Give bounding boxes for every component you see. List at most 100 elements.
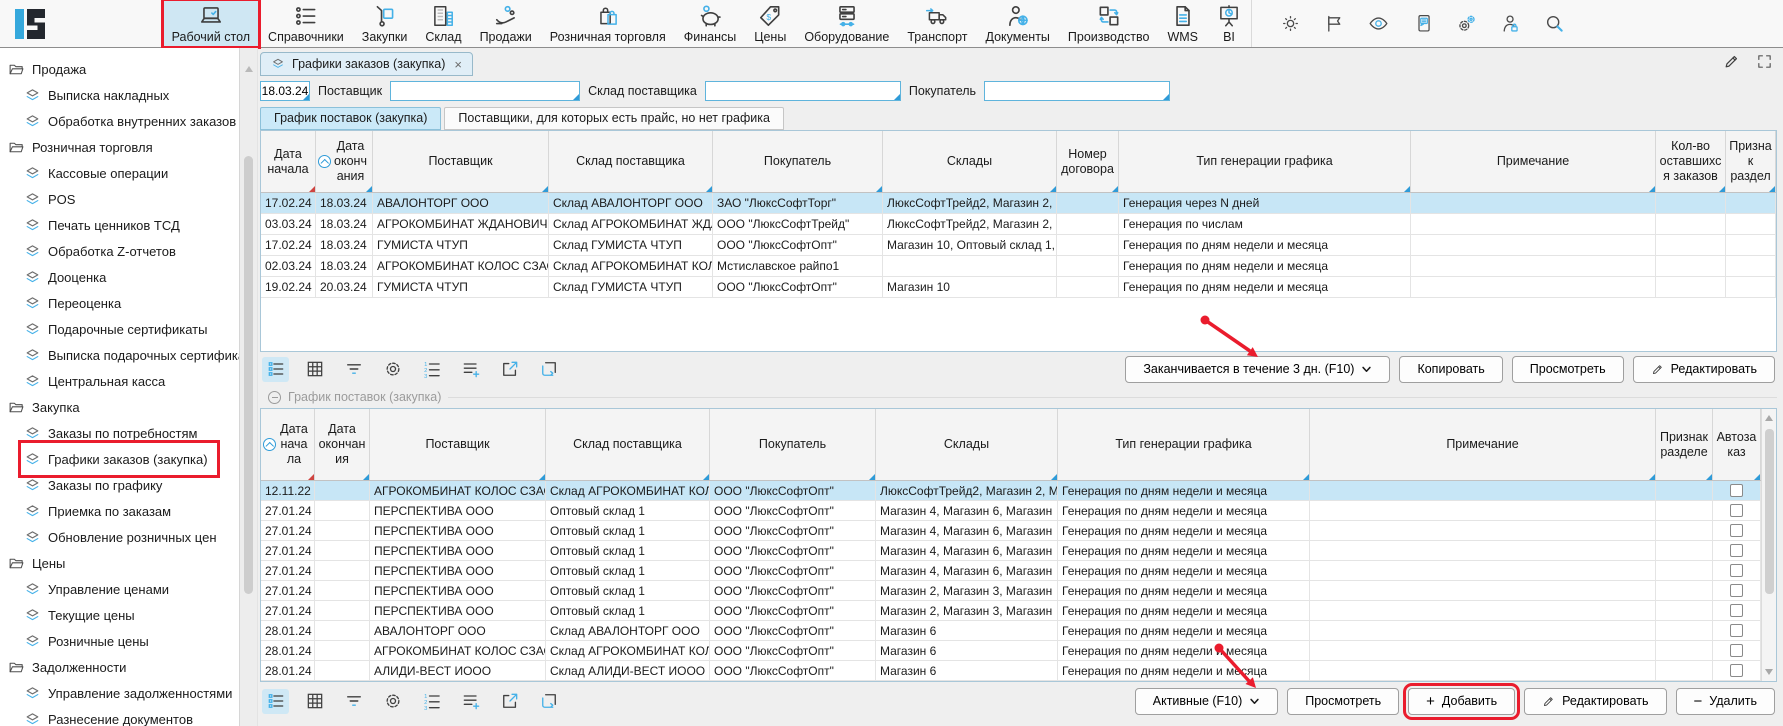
- table-row[interactable]: 03.03.2418.03.24АГРОКОМБИНАТ ЖДАНОВИЧИСк…: [261, 214, 1776, 235]
- sidebar-item[interactable]: Управление задолженностями: [24, 680, 238, 706]
- column-header[interactable]: Дата начала: [261, 409, 315, 480]
- autoorder-checkbox[interactable]: [1730, 664, 1743, 677]
- menu-item-purchases[interactable]: Закупки: [353, 0, 417, 47]
- add-button[interactable]: + Добавить: [1408, 688, 1515, 715]
- menu-item-retail[interactable]: Розничная торговля: [541, 0, 675, 47]
- table-row[interactable]: 02.03.2418.03.24АГРОКОМБИНАТ КОЛОС СЗАОС…: [261, 256, 1776, 277]
- sidebar-item[interactable]: Выписка подарочных сертификатов: [24, 342, 240, 368]
- sidebar-item[interactable]: Переоценка: [24, 290, 127, 316]
- column-header[interactable]: Поставщик: [373, 131, 549, 192]
- column-header[interactable]: Склады: [883, 131, 1057, 192]
- sidebar-item[interactable]: Заказы по потребностям: [24, 420, 203, 446]
- table-row[interactable]: 17.02.2418.03.24ГУМИСТА ЧТУПСклад ГУМИСТ…: [261, 235, 1776, 256]
- sidebar-item[interactable]: Управление ценами: [24, 576, 175, 602]
- numbered-list-icon[interactable]: [418, 689, 445, 714]
- menu-item-wms[interactable]: WMS: [1158, 0, 1207, 47]
- settings-gear-icon[interactable]: [379, 357, 406, 382]
- column-header[interactable]: Склады: [876, 409, 1058, 480]
- subtab-suppliers-without-schedule[interactable]: Поставщики, для которых есть прайс, но н…: [444, 107, 784, 130]
- open-external-icon[interactable]: [496, 357, 523, 382]
- column-header[interactable]: Признак разделе: [1656, 409, 1713, 480]
- collapse-minus-icon[interactable]: [268, 391, 281, 404]
- buyer-filter-input[interactable]: [984, 81, 1170, 101]
- sort-ascending-icon[interactable]: [318, 155, 331, 168]
- sidebar-item[interactable]: Дооценка: [24, 264, 112, 290]
- view-grid-icon[interactable]: [301, 689, 328, 714]
- table-row[interactable]: 12.11.22АГРОКОМБИНАТ КОЛОС СЗАОСклад АГР…: [261, 481, 1776, 501]
- edit-button[interactable]: Редактировать: [1524, 688, 1666, 715]
- refresh-icon[interactable]: [535, 689, 562, 714]
- autoorder-checkbox[interactable]: [1730, 484, 1743, 497]
- sidebar-item[interactable]: Графики заказов (закупка): [24, 446, 214, 472]
- sort-ascending-icon[interactable]: [263, 438, 276, 451]
- menu-item-warehouse[interactable]: Склад: [416, 0, 470, 47]
- table-row[interactable]: 28.01.24АВАЛОНТОРГ ОООСклад АВАЛОНТОРГ О…: [261, 621, 1776, 641]
- search-icon[interactable]: [1544, 13, 1565, 34]
- scrollbar-thumb[interactable]: [1765, 429, 1774, 594]
- sidebar-item[interactable]: Заказы по графику: [24, 472, 168, 498]
- sidebar-item[interactable]: Закупка: [8, 394, 86, 420]
- view-list-icon[interactable]: [262, 357, 289, 382]
- view-list-icon[interactable]: [262, 689, 289, 714]
- column-header[interactable]: Покупатель: [710, 409, 876, 480]
- column-header[interactable]: Покупатель: [713, 131, 883, 192]
- autoorder-checkbox[interactable]: [1730, 504, 1743, 517]
- table-scrollbar[interactable]: [1761, 409, 1776, 681]
- menu-item-desktop[interactable]: Рабочий стол: [163, 0, 259, 47]
- sidebar-item[interactable]: Разнесение документов: [24, 706, 199, 726]
- settings-gear-icon[interactable]: [379, 689, 406, 714]
- sidebar-item[interactable]: Обновление розничных цен: [24, 524, 223, 550]
- sidebar-item[interactable]: Центральная касса: [24, 368, 171, 394]
- settings-gears-icon[interactable]: [1456, 13, 1477, 34]
- view-grid-icon[interactable]: [301, 357, 328, 382]
- column-header[interactable]: Дата окончания: [315, 409, 370, 480]
- menu-item-bi[interactable]: BI: [1207, 0, 1251, 47]
- table-row[interactable]: 27.01.24ПЕРСПЕКТИВА ООООптовый склад 1ОО…: [261, 581, 1776, 601]
- column-header[interactable]: Поставщик: [370, 409, 546, 480]
- copy-button[interactable]: Копировать: [1399, 356, 1502, 383]
- sidebar-item[interactable]: Обработка Z-отчетов: [24, 238, 182, 264]
- menu-item-production[interactable]: Производство: [1059, 0, 1159, 47]
- sidebar-item[interactable]: Розничная торговля: [8, 134, 159, 160]
- sidebar-item[interactable]: Кассовые операции: [24, 160, 174, 186]
- tab-order-schedules[interactable]: Графики заказов (закупка) ×: [260, 52, 473, 76]
- flag-icon[interactable]: [1324, 13, 1345, 34]
- column-header[interactable]: Примечание: [1310, 409, 1656, 480]
- menu-item-documents[interactable]: Документы: [976, 0, 1058, 47]
- column-header[interactable]: Номер договора: [1057, 131, 1119, 192]
- menu-item-prices[interactable]: Цены: [745, 0, 795, 47]
- sidebar-item[interactable]: Текущие цены: [24, 602, 141, 628]
- add-to-list-icon[interactable]: [457, 689, 484, 714]
- user-lock-icon[interactable]: [1500, 13, 1521, 34]
- refresh-icon[interactable]: [535, 357, 562, 382]
- scroll-down-arrow[interactable]: [1765, 669, 1773, 675]
- table-row[interactable]: 27.01.24ПЕРСПЕКТИВА ООООптовый склад 1ОО…: [261, 521, 1776, 541]
- table-row[interactable]: 27.01.24ПЕРСПЕКТИВА ООООптовый склад 1ОО…: [261, 601, 1776, 621]
- sidebar-item[interactable]: POS: [24, 186, 81, 212]
- eye-icon[interactable]: [1368, 13, 1389, 34]
- table-row[interactable]: 28.01.24АГРОКОМБИНАТ КОЛОС СЗАОСклад АГР…: [261, 641, 1776, 661]
- supplier-warehouse-filter-input[interactable]: [705, 81, 901, 101]
- table-row[interactable]: 27.01.24ПЕРСПЕКТИВА ООООптовый склад 1ОО…: [261, 561, 1776, 581]
- column-header[interactable]: Склад поставщика: [546, 409, 710, 480]
- sidebar-item[interactable]: Задолженности: [8, 654, 132, 680]
- close-icon[interactable]: ×: [454, 57, 462, 72]
- ending-filter-dropdown[interactable]: Заканчивается в течение 3 дн. (F10): [1125, 356, 1390, 383]
- column-header[interactable]: Тип генерации графика: [1058, 409, 1310, 480]
- edit-pencil-icon[interactable]: [1723, 53, 1740, 70]
- active-filter-dropdown[interactable]: Активные (F10): [1135, 688, 1278, 715]
- column-header[interactable]: Дата начала: [261, 131, 316, 192]
- sidebar-item[interactable]: Выписка накладных: [24, 82, 175, 108]
- brightness-icon[interactable]: [1280, 13, 1301, 34]
- feedback-chat-icon[interactable]: [1412, 13, 1433, 34]
- column-header[interactable]: Примечание: [1411, 131, 1656, 192]
- column-header[interactable]: Склад поставщика: [549, 131, 713, 192]
- menu-item-references[interactable]: Справочники: [259, 0, 353, 47]
- date-filter-input[interactable]: [260, 81, 310, 101]
- column-header[interactable]: Признак раздел: [1726, 131, 1776, 192]
- sidebar-item[interactable]: Печать ценников ТСД: [24, 212, 186, 238]
- table-row[interactable]: 27.01.24ПЕРСПЕКТИВА ООООптовый склад 1ОО…: [261, 541, 1776, 561]
- column-header[interactable]: Кол-во оставшихся заказов: [1656, 131, 1726, 192]
- column-header[interactable]: Дата окончания: [316, 131, 373, 192]
- autoorder-checkbox[interactable]: [1730, 584, 1743, 597]
